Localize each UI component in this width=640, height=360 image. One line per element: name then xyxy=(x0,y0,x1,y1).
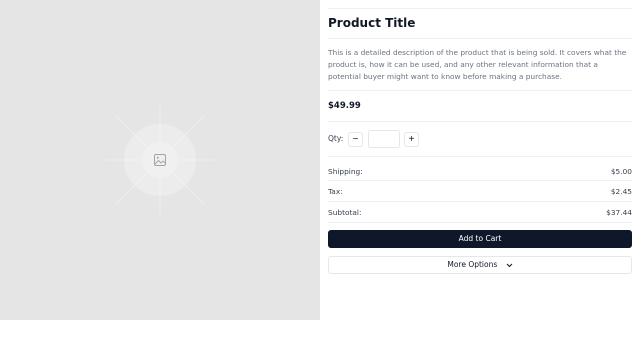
shipping-value: $5.00 xyxy=(610,167,632,176)
add-to-cart-button[interactable]: Add to Cart xyxy=(328,230,632,248)
tax-row: Tax: $2.45 xyxy=(328,187,632,201)
product-title: Product Title xyxy=(328,16,416,30)
subtotal-label: Subtotal: xyxy=(328,208,362,217)
product-description: This is a detailed description of the pr… xyxy=(328,48,627,82)
increment-quantity-button[interactable]: + xyxy=(404,132,419,147)
subtotal-value: $37.44 xyxy=(606,208,632,217)
tax-label: Tax: xyxy=(328,187,343,196)
product-image xyxy=(0,0,320,320)
divider xyxy=(328,8,632,9)
quantity-label: Qty: xyxy=(328,134,344,143)
chevron-down-icon xyxy=(506,263,513,267)
shipping-row: Shipping: $5.00 xyxy=(328,167,632,181)
shipping-label: Shipping: xyxy=(328,167,363,176)
divider xyxy=(328,121,632,122)
quantity-stepper: Qty: − + xyxy=(328,130,632,148)
divider xyxy=(328,156,632,157)
product-price: $49.99 xyxy=(328,101,361,111)
decrement-quantity-button[interactable]: − xyxy=(348,132,363,147)
divider xyxy=(328,38,632,39)
more-options-button[interactable]: More Options xyxy=(328,256,632,274)
divider xyxy=(328,90,632,91)
tax-value: $2.45 xyxy=(610,187,632,196)
image-placeholder-graphic xyxy=(105,105,215,215)
divider xyxy=(328,180,632,181)
divider xyxy=(328,201,632,202)
more-options-label: More Options xyxy=(447,260,498,269)
divider xyxy=(328,222,632,223)
subtotal-row: Subtotal: $37.44 xyxy=(328,208,632,222)
quantity-input[interactable] xyxy=(368,130,400,148)
